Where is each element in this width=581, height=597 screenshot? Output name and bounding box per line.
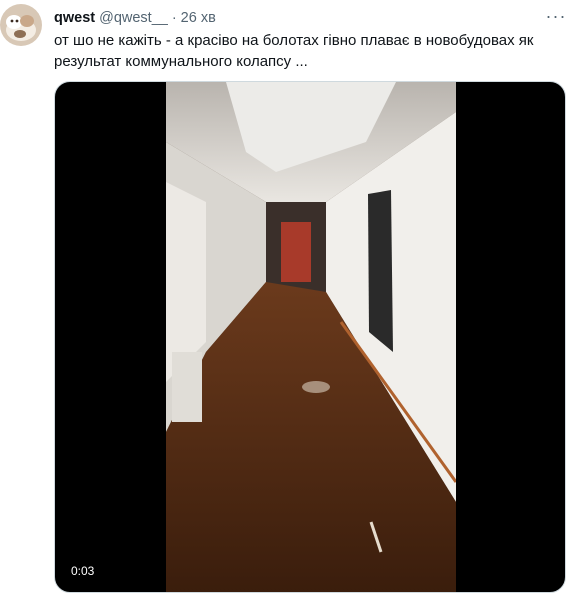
more-options-icon[interactable]: ··· (543, 6, 569, 26)
video-duration: 0:03 (65, 562, 101, 580)
author-handle[interactable]: @qwest__ (99, 10, 168, 26)
tweet-header: qwest @qwest__ · 26 хв (54, 8, 541, 28)
separator-dot: · (171, 10, 177, 26)
tweet[interactable]: qwest @qwest__ · 26 хв ··· от шо не кажі… (0, 0, 581, 597)
avatar-image (0, 4, 42, 46)
video-thumbnail (166, 82, 456, 592)
timestamp[interactable]: 26 хв (181, 10, 216, 26)
video-player[interactable]: 0:03 (54, 81, 566, 593)
tweet-text: от шо не кажіть - а красіво на болотах г… (54, 32, 534, 70)
author-name[interactable]: qwest (54, 10, 95, 26)
avatar[interactable] (0, 4, 42, 46)
